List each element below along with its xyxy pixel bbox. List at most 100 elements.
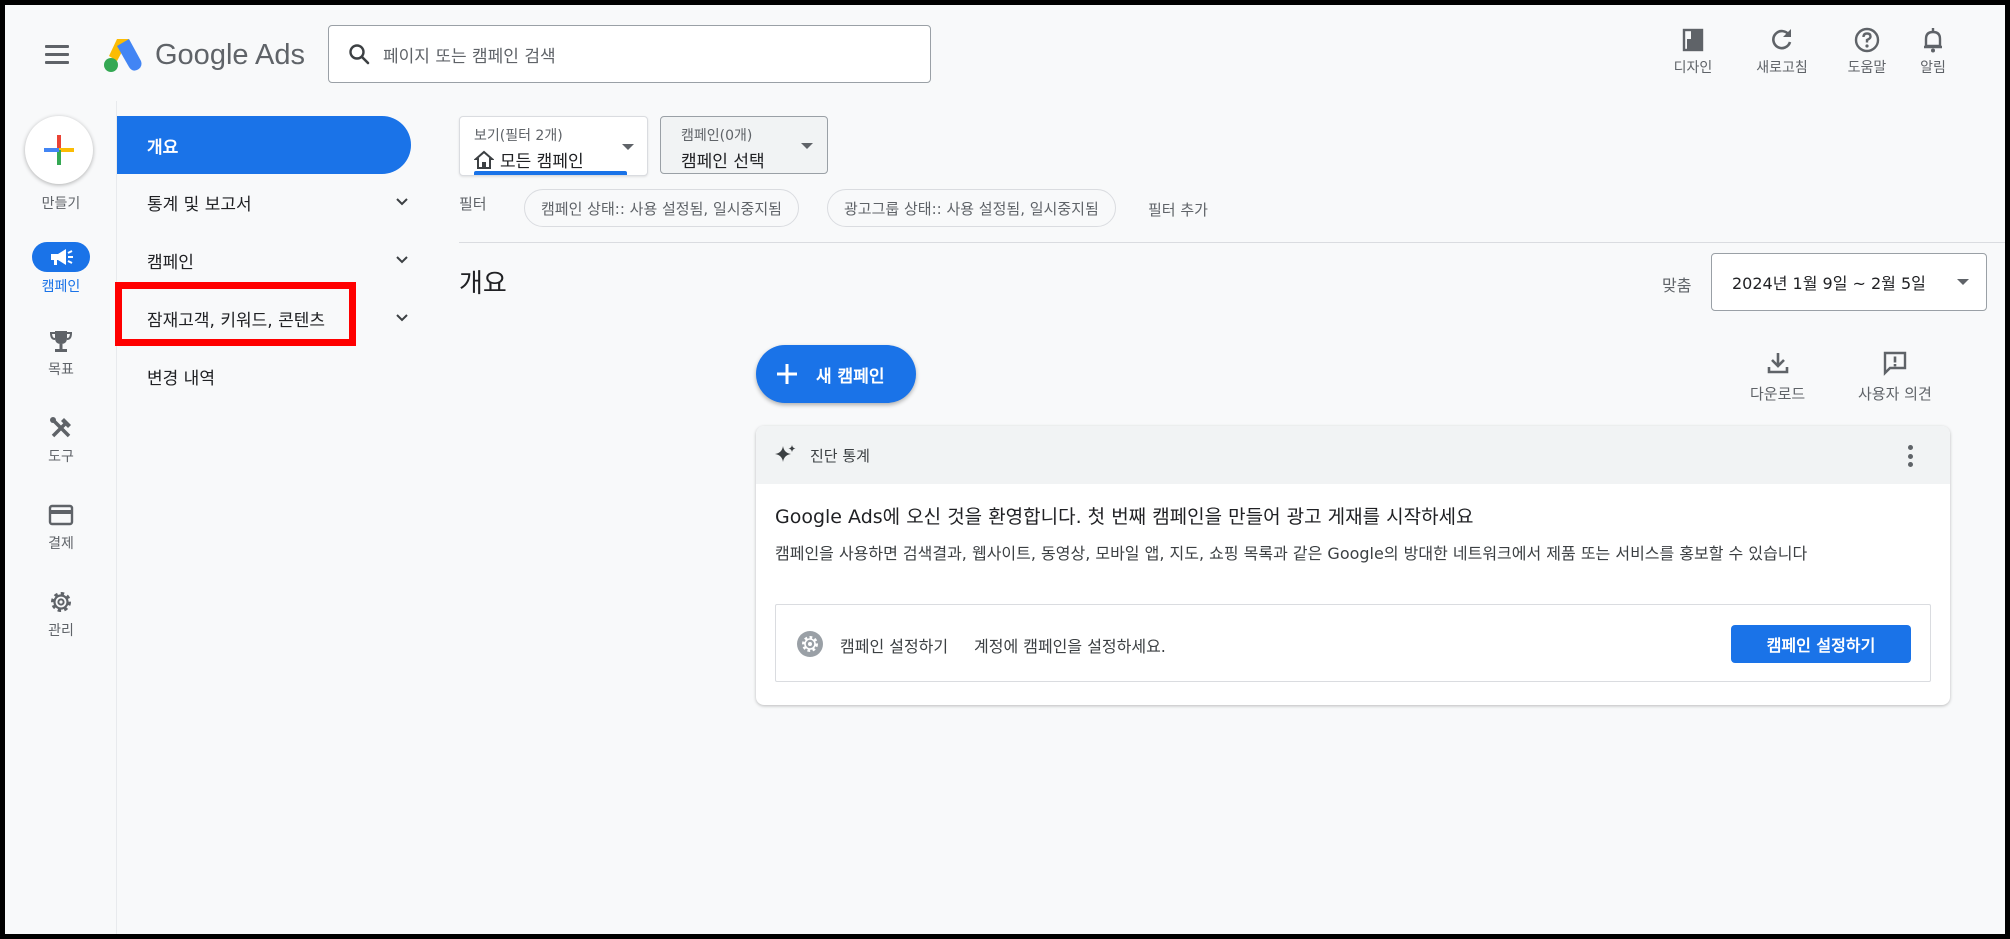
nav-label-change-history: 변경 내역: [147, 368, 215, 389]
refresh-icon: [1772, 29, 1792, 50]
rail-label-campaigns: 캠페인: [41, 279, 81, 295]
view-selector-value: 모든 캠페인: [500, 152, 584, 172]
card-title: 진단 통계: [810, 446, 870, 465]
nav-item-campaigns[interactable]: 캠페인: [117, 231, 411, 289]
feedback-button[interactable]: 사용자 의견: [1858, 349, 1932, 404]
chevron-down-icon: [396, 314, 408, 322]
feedback-icon: [1883, 351, 1907, 376]
view-selector-value-wrap: 모든 캠페인: [474, 147, 584, 172]
create-label: 만들기: [41, 196, 81, 212]
help-icon: [1854, 27, 1880, 53]
search-icon: [349, 44, 370, 65]
setup-title: 캠페인 설정하기: [840, 637, 949, 656]
chevron-down-icon: [396, 256, 408, 264]
rail-label-billing: 결제: [48, 536, 74, 552]
design-label: 디자인: [1673, 60, 1713, 76]
sparkle-icon: [775, 445, 796, 462]
welcome-heading: Google Ads에 오신 것을 환영합니다. 첫 번째 캠페인을 만들어 광…: [775, 502, 1474, 529]
card-header: 진단 통계: [756, 426, 1950, 484]
megaphone-icon: [51, 249, 73, 265]
nav-item-reports[interactable]: 통계 및 보고서: [117, 173, 411, 231]
campaign-selector[interactable]: 캠페인(0개) 캠페인 선택: [660, 116, 828, 174]
campaign-selector-caption: 캠페인(0개): [681, 128, 753, 144]
rail-active-pill: [32, 242, 90, 272]
filter-chip-adgroup-status[interactable]: 광고그룹 상태:: 사용 설정됨, 일시중지됨: [827, 189, 1116, 227]
help-label: 도움말: [1847, 60, 1887, 76]
filter-label: 필터: [459, 195, 487, 213]
welcome-description: 캠페인을 사용하면 검색결과, 웹사이트, 동영상, 모바일 앱, 지도, 쇼핑…: [775, 544, 1808, 563]
date-label: 맞춤: [1662, 276, 1692, 295]
trophy-icon: [49, 331, 73, 352]
ads-logo-icon: [104, 39, 142, 72]
setup-campaign-button[interactable]: 캠페인 설정하기: [1731, 625, 1911, 663]
refresh-button[interactable]: 새로고침: [1742, 25, 1822, 77]
rail-item-goals[interactable]: 목표: [5, 327, 117, 379]
download-icon: [1767, 353, 1788, 374]
rail-create-label-wrap: 만들기: [5, 189, 117, 213]
welcome-text: 에 오신 것을 환영합니다. 첫 번째 캠페인을 만들어 광고 게재를 시작하세…: [882, 506, 1474, 528]
nav-label-reports: 통계 및 보고서: [147, 194, 252, 215]
menu-icon[interactable]: [45, 45, 69, 64]
nav-label-overview: 개요: [147, 137, 179, 158]
view-selector-underline: [474, 171, 627, 175]
tools-icon: [50, 417, 71, 438]
credit-card-icon: [48, 504, 74, 526]
nav-item-overview[interactable]: 개요: [117, 116, 411, 174]
add-filter-button[interactable]: 필터 추가: [1148, 199, 1208, 220]
highlight-box: [115, 282, 356, 346]
rail-label-admin: 관리: [48, 623, 74, 639]
rail-label-tools: 도구: [48, 449, 74, 465]
rail-label-goals: 목표: [48, 362, 74, 378]
notifications-label: 알림: [1920, 60, 1946, 76]
setup-description: 계정에 캠페인을 설정하세요.: [974, 637, 1166, 656]
search-input[interactable]: 페이지 또는 캠페인 검색: [328, 25, 931, 83]
rail-item-tools[interactable]: 도구: [5, 414, 117, 466]
rail-item-admin[interactable]: 관리: [5, 588, 117, 640]
caret-down-icon: [1957, 279, 1969, 285]
search-placeholder: 페이지 또는 캠페인 검색: [383, 46, 556, 67]
home-icon: [474, 150, 494, 169]
diagnostics-card: 진단 통계 Google Ads에 오신 것을 환영합니다. 첫 번째 캠페인을…: [756, 426, 1950, 705]
plus-multicolor-icon: [44, 135, 74, 165]
caret-down-icon: [622, 144, 634, 150]
feedback-label: 사용자 의견: [1858, 385, 1932, 403]
setup-campaign-row: 캠페인 설정하기 계정에 캠페인을 설정하세요. 캠페인 설정하기: [775, 604, 1931, 682]
page-title: 개요: [459, 269, 507, 299]
filter-chip-text: 광고그룹 상태:: 사용 설정됨, 일시중지됨: [844, 199, 1099, 218]
gear-icon: [51, 592, 71, 612]
refresh-label: 새로고침: [1756, 60, 1808, 76]
caret-down-icon: [801, 143, 813, 149]
nav-panel: 개요 통계 및 보고서 캠페인 잠재고객, 키워드, 콘텐츠 변경 내역: [117, 101, 427, 934]
date-range-picker[interactable]: 2024년 1월 9일 ~ 2월 5일: [1711, 253, 1987, 311]
rail-item-billing[interactable]: 결제: [5, 501, 117, 553]
new-campaign-label: 새 캠페인: [816, 366, 885, 387]
welcome-brand: Google Ads: [775, 506, 883, 528]
app-window: Google Ads 페이지 또는 캠페인 검색 디자인 새로고침 도움말 알림: [5, 5, 2005, 934]
filter-chip-campaign-status[interactable]: 캠페인 상태:: 사용 설정됨, 일시중지됨: [524, 189, 799, 227]
google-ads-logo[interactable]: Google Ads: [103, 37, 305, 73]
date-range-value: 2024년 1월 9일 ~ 2월 5일: [1732, 274, 1926, 293]
top-bar: Google Ads 페이지 또는 캠페인 검색 디자인 새로고침 도움말 알림: [5, 5, 2005, 101]
rail-item-campaigns[interactable]: 캠페인: [5, 242, 117, 296]
design-button[interactable]: 디자인: [1653, 25, 1733, 77]
more-options-icon[interactable]: [1908, 445, 1914, 467]
create-button[interactable]: [25, 116, 93, 184]
filter-chip-text: 캠페인 상태:: 사용 설정됨, 일시중지됨: [541, 199, 782, 218]
download-label: 다운로드: [1750, 385, 1806, 403]
logo-text: Google Ads: [155, 38, 305, 71]
chevron-down-icon: [396, 198, 408, 206]
campaign-selector-value: 캠페인 선택: [681, 152, 765, 172]
nav-item-change-history[interactable]: 변경 내역: [117, 347, 411, 405]
main-content: 보기(필터 2개) 모든 캠페인 캠페인(0개) 캠페인 선택 필터 캠페인 상…: [427, 101, 2005, 934]
divider: [459, 242, 2005, 243]
notifications-button[interactable]: 알림: [1893, 25, 1973, 77]
view-selector[interactable]: 보기(필터 2개) 모든 캠페인: [459, 116, 648, 176]
download-button[interactable]: 다운로드: [1750, 349, 1805, 404]
left-rail: 만들기 캠페인 목표 도구 결제 관리: [5, 101, 117, 934]
new-campaign-button[interactable]: 새 캠페인: [756, 345, 916, 403]
plus-icon: [777, 364, 797, 384]
layout-icon: [1682, 28, 1704, 52]
nav-label-campaigns: 캠페인: [147, 252, 194, 273]
view-selector-caption: 보기(필터 2개): [474, 128, 563, 144]
bell-icon: [1924, 28, 1942, 53]
